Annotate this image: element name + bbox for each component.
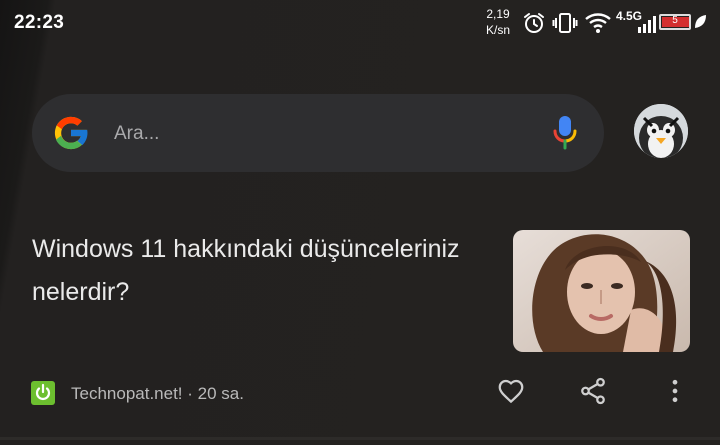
signal-icon xyxy=(638,16,656,33)
mic-icon[interactable] xyxy=(552,114,578,152)
battery-icon: 5 xyxy=(659,14,691,30)
article-thumbnail[interactable] xyxy=(513,230,690,352)
status-bar: 22:23 2,19 K/sn 4.5G 5 xyxy=(0,0,720,46)
source-power-icon xyxy=(31,381,55,405)
heart-icon[interactable] xyxy=(496,376,526,406)
wifi-icon xyxy=(585,13,611,33)
divider xyxy=(0,437,720,440)
network-speed: 2,19 K/sn xyxy=(480,6,516,38)
vibrate-icon xyxy=(552,13,578,33)
google-g-icon xyxy=(54,116,89,150)
search-input[interactable] xyxy=(112,118,536,150)
share-icon[interactable] xyxy=(578,376,608,406)
network-speed-unit: K/sn xyxy=(485,23,510,37)
network-speed-value: 2,19 xyxy=(486,7,510,21)
portrait-image xyxy=(513,230,690,352)
penguin-avatar-image xyxy=(634,104,688,158)
more-vert-icon[interactable] xyxy=(660,376,690,406)
account-avatar[interactable] xyxy=(634,104,688,158)
article-footer: Technopat.net! · 20 sa. xyxy=(0,370,720,420)
article-source-meta[interactable]: Technopat.net! · 20 sa. xyxy=(71,384,244,404)
search-bar[interactable] xyxy=(32,94,604,172)
alarm-icon xyxy=(524,13,544,33)
battery-level: 5 xyxy=(672,15,678,26)
clock: 22:23 xyxy=(14,12,65,33)
article-title[interactable]: Windows 11 hakkındaki düşünceleriniz nel… xyxy=(32,228,502,314)
leaf-icon xyxy=(695,15,706,28)
